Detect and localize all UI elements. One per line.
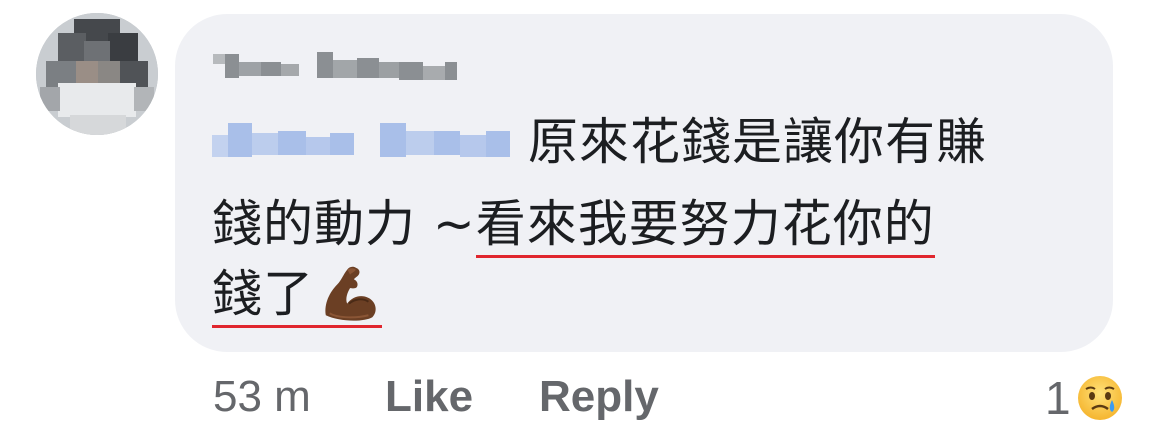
reaction-summary[interactable]: 1 (1045, 370, 1125, 426)
like-button[interactable]: Like (385, 372, 473, 422)
sad-crying-face-icon (1077, 376, 1122, 420)
author-name-redacted[interactable] (213, 44, 473, 86)
reply-button[interactable]: Reply (539, 372, 659, 422)
flexed-biceps-emoji (325, 266, 376, 321)
mentioned-user-redacted[interactable] (212, 117, 514, 163)
comment-text-line-2-plain: 錢的動力 ~ (212, 195, 476, 253)
reaction-count: 1 (1045, 372, 1071, 424)
comment-text-line-3-text: 錢了 (212, 265, 314, 323)
comment-text-line-3: 錢了 (212, 265, 382, 328)
comment-text-line-1: 原來花錢是讓你有賺 (528, 113, 987, 171)
comment-text-line-2-underlined: 看來我要努力花你的 (475, 195, 935, 258)
timestamp[interactable]: 53 m (213, 372, 311, 422)
comment-row: 原來花錢是讓你有賺 錢的動力 ~看來我要努力花你的 錢了 53 m Like R… (0, 0, 1170, 439)
avatar[interactable] (36, 13, 158, 135)
